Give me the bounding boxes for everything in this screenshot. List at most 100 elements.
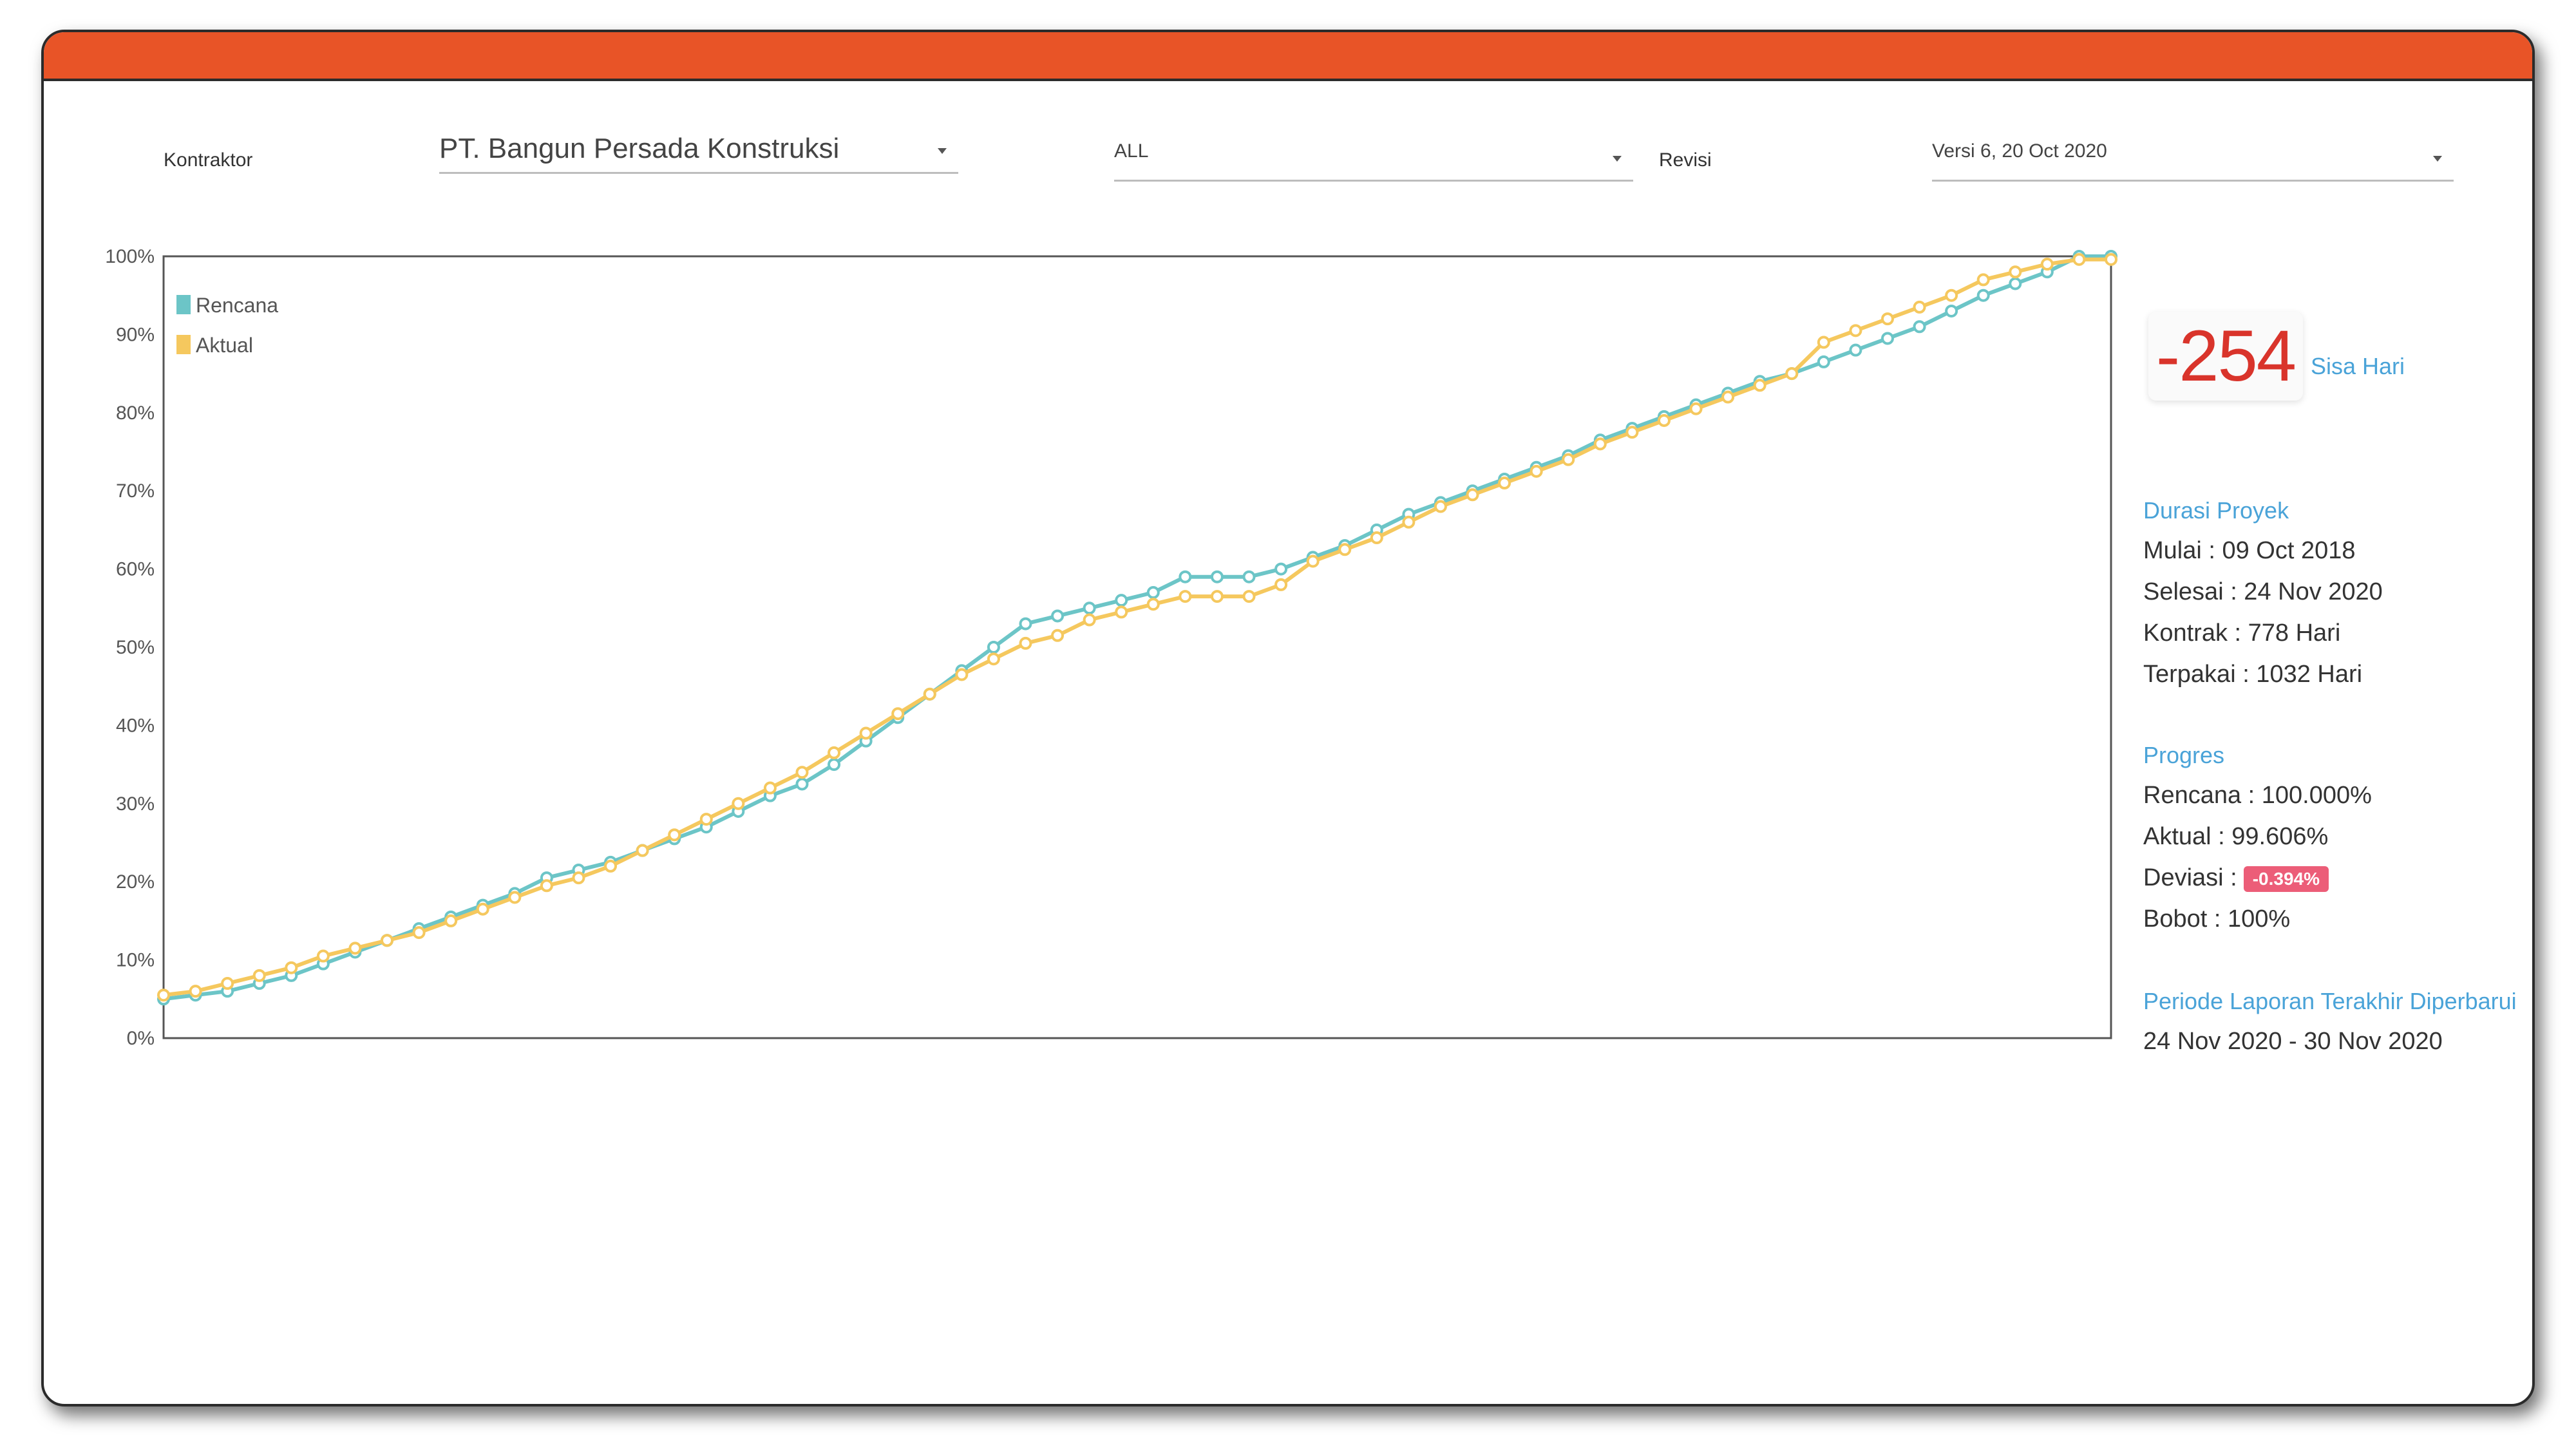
data-point-aktual[interactable] (508, 891, 522, 904)
data-point-aktual[interactable] (1306, 554, 1320, 568)
data-point-aktual[interactable] (572, 871, 585, 885)
data-point-aktual[interactable] (987, 652, 1000, 666)
data-point-aktual[interactable] (1945, 289, 1958, 302)
data-point-aktual[interactable] (412, 926, 426, 940)
data-point-aktual[interactable] (1274, 578, 1288, 591)
data-point-aktual[interactable] (1976, 273, 1990, 287)
data-point-aktual[interactable] (1466, 488, 1479, 502)
y-tick-label: 80% (116, 402, 155, 424)
data-point-aktual[interactable] (2072, 252, 2086, 266)
series-line-aktual (163, 257, 2111, 998)
data-point-rencana[interactable] (1146, 586, 1160, 600)
data-point-aktual[interactable] (732, 797, 745, 810)
bobot-text: Bobot : 100% (2143, 905, 2291, 933)
data-point-rencana[interactable] (1945, 304, 1958, 317)
durasi-heading: Durasi Proyek (2143, 497, 2289, 524)
data-point-aktual[interactable] (828, 746, 841, 759)
data-point-aktual[interactable] (1210, 590, 1224, 603)
deviasi-row: Deviasi : -0.394% (2143, 864, 2329, 892)
data-point-aktual[interactable] (157, 989, 170, 1002)
data-point-rencana[interactable] (987, 641, 1000, 654)
data-point-aktual[interactable] (1913, 300, 1926, 314)
data-point-aktual[interactable] (1849, 324, 1862, 337)
data-point-aktual[interactable] (1880, 312, 1894, 326)
data-point-aktual[interactable] (1051, 629, 1065, 642)
data-point-aktual[interactable] (1179, 590, 1192, 603)
data-point-aktual[interactable] (923, 687, 936, 701)
data-point-aktual[interactable] (763, 781, 777, 795)
data-point-rencana[interactable] (1242, 570, 1256, 583)
data-point-rencana[interactable] (1849, 343, 1862, 357)
periode-value: 24 Nov 2020 - 30 Nov 2020 (2143, 1028, 2443, 1055)
data-point-aktual[interactable] (1338, 543, 1352, 556)
data-point-rencana[interactable] (2009, 277, 2022, 290)
legend-label-aktual[interactable]: Aktual (196, 334, 253, 357)
data-point-aktual[interactable] (252, 969, 266, 982)
data-point-rencana[interactable] (1115, 594, 1128, 607)
data-point-aktual[interactable] (1753, 379, 1766, 392)
data-point-rencana[interactable] (1976, 289, 1990, 302)
data-point-rencana[interactable] (828, 758, 841, 772)
data-point-aktual[interactable] (604, 859, 618, 873)
terpakai-text: Terpakai : 1032 Hari (2143, 661, 2363, 688)
data-point-aktual[interactable] (1689, 402, 1703, 415)
data-point-aktual[interactable] (221, 977, 234, 990)
data-point-rencana[interactable] (1913, 320, 1926, 334)
data-point-rencana[interactable] (795, 777, 809, 791)
data-point-aktual[interactable] (1593, 437, 1607, 451)
y-tick-label: 10% (116, 950, 155, 971)
data-point-aktual[interactable] (2105, 252, 2117, 266)
data-point-rencana[interactable] (1817, 355, 1830, 368)
data-point-aktual[interactable] (859, 726, 873, 740)
y-tick-label: 60% (116, 559, 155, 580)
data-point-aktual[interactable] (1785, 367, 1799, 381)
data-point-rencana[interactable] (1274, 562, 1288, 576)
legend-swatch-rencana (176, 295, 191, 314)
aktual-text: Aktual : 99.606% (2143, 823, 2329, 850)
data-point-aktual[interactable] (891, 707, 905, 721)
y-tick-label: 0% (127, 1028, 155, 1049)
data-point-aktual[interactable] (2040, 258, 2054, 271)
data-point-rencana[interactable] (1083, 601, 1096, 615)
data-point-aktual[interactable] (1115, 605, 1128, 619)
data-point-aktual[interactable] (1402, 515, 1416, 529)
progress-chart: 0% 10% 20% 30% 40% 50% 60% 70% 80% 90% 100% Rencan… (105, 246, 2117, 1049)
data-point-aktual[interactable] (1817, 336, 1830, 349)
data-point-aktual[interactable] (1019, 636, 1032, 650)
data-point-aktual[interactable] (381, 934, 394, 947)
data-point-aktual[interactable] (1721, 390, 1735, 404)
sisa-hari-card: -254 (2148, 312, 2303, 401)
data-point-rencana[interactable] (1051, 609, 1065, 623)
data-point-rencana[interactable] (1019, 617, 1032, 630)
data-point-aktual[interactable] (444, 914, 458, 927)
data-point-aktual[interactable] (1434, 500, 1447, 513)
data-point-aktual[interactable] (285, 961, 298, 974)
data-point-aktual[interactable] (1562, 453, 1575, 466)
app-window: Kontraktor PT. Bangun Persada Konstruksi… (41, 30, 2535, 1406)
y-tick-label: 30% (116, 793, 155, 815)
data-point-aktual[interactable] (2009, 265, 2022, 279)
rencana-text: Rencana : 100.000% (2143, 782, 2372, 809)
data-point-aktual[interactable] (699, 813, 713, 826)
data-point-aktual[interactable] (1530, 464, 1543, 478)
data-point-aktual[interactable] (1083, 613, 1096, 627)
data-point-aktual[interactable] (189, 985, 202, 998)
data-point-aktual[interactable] (1498, 477, 1511, 490)
data-point-aktual[interactable] (795, 766, 809, 779)
data-point-rencana[interactable] (1179, 570, 1192, 583)
data-point-aktual[interactable] (1370, 531, 1383, 545)
data-point-aktual[interactable] (1657, 413, 1671, 427)
data-point-rencana[interactable] (1210, 570, 1224, 583)
legend-label-rencana[interactable]: Rencana (196, 294, 278, 317)
data-point-aktual[interactable] (348, 942, 362, 955)
data-point-aktual[interactable] (476, 902, 489, 916)
data-point-aktual[interactable] (316, 949, 330, 963)
data-point-aktual[interactable] (955, 668, 969, 681)
data-point-aktual[interactable] (1146, 598, 1160, 611)
data-point-aktual[interactable] (636, 844, 649, 857)
data-point-aktual[interactable] (1625, 426, 1639, 439)
data-point-aktual[interactable] (1242, 590, 1256, 603)
data-point-aktual[interactable] (540, 879, 553, 893)
data-point-rencana[interactable] (1880, 332, 1894, 345)
data-point-aktual[interactable] (668, 828, 681, 842)
